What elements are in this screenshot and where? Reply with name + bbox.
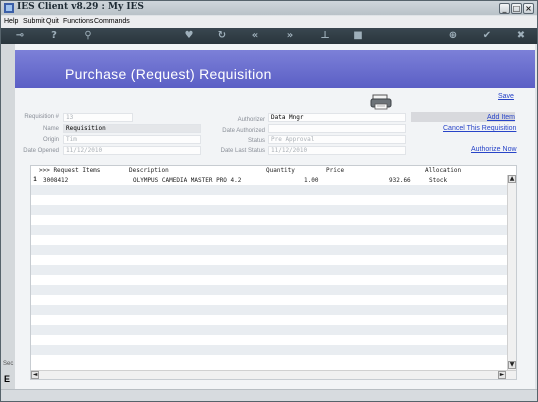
rewind-icon[interactable]: « bbox=[249, 30, 261, 42]
left-panel-letter: E bbox=[4, 374, 11, 384]
add-icon[interactable]: ⊕ bbox=[447, 30, 459, 42]
cell-quantity: 1.00 bbox=[304, 177, 319, 184]
col-quantity[interactable]: Quantity bbox=[266, 167, 295, 174]
cell-price: 932.66 bbox=[389, 177, 411, 184]
vertical-scrollbar[interactable]: ▲ ▼ bbox=[507, 175, 516, 370]
grid-header: >>> Request Items Description Quantity P… bbox=[31, 166, 516, 175]
empty-row[interactable] bbox=[31, 355, 507, 365]
empty-row[interactable] bbox=[31, 255, 507, 265]
printer-icon[interactable] bbox=[370, 94, 392, 110]
title-bar: IES Client v8.29 : My IES _ □ × bbox=[1, 1, 537, 15]
cancel-requisition-link[interactable]: Cancel This Requisition bbox=[443, 125, 516, 132]
app-icon bbox=[4, 3, 14, 13]
heart-icon[interactable]: ♥ bbox=[183, 30, 195, 42]
empty-row[interactable] bbox=[31, 185, 507, 195]
date-authorized-label: Date Authorized bbox=[222, 128, 265, 134]
menu-help[interactable]: Help bbox=[4, 18, 18, 25]
date-opened-label: Date Opened bbox=[23, 148, 59, 154]
date-last-status-field: 11/12/2010 bbox=[268, 146, 406, 155]
origin-label: Origin bbox=[42, 137, 59, 143]
horizontal-scrollbar[interactable]: ◄ ► bbox=[31, 370, 516, 379]
empty-row[interactable] bbox=[31, 275, 507, 285]
col-allocation[interactable]: Allocation bbox=[425, 167, 461, 174]
empty-row[interactable] bbox=[31, 245, 507, 255]
save-link[interactable]: Save bbox=[498, 93, 514, 100]
col-price[interactable]: Price bbox=[326, 167, 344, 174]
help-icon[interactable]: ? bbox=[48, 30, 60, 42]
forward-icon[interactable]: » bbox=[284, 30, 296, 42]
bookmark-icon[interactable]: ⊥ bbox=[319, 30, 331, 42]
menu-quit[interactable]: Quit bbox=[46, 18, 59, 25]
authorizer-label: Authorizer bbox=[237, 117, 265, 123]
app-window: IES Client v8.29 : My IES _ □ × Help Sub… bbox=[0, 0, 538, 402]
cell-item: 3008412 bbox=[43, 177, 69, 184]
date-last-status-label: Date Last Status bbox=[220, 148, 265, 154]
empty-row[interactable] bbox=[31, 265, 507, 275]
minimize-button[interactable]: _ bbox=[499, 3, 510, 14]
main-content: Purchase (Request) Requisition Save Requ… bbox=[15, 44, 535, 389]
left-panel-text: Sec bbox=[3, 361, 14, 367]
menu-functions[interactable]: Functions bbox=[63, 18, 93, 25]
empty-row[interactable] bbox=[31, 295, 507, 305]
status-field: Pre Approval bbox=[268, 135, 406, 144]
key-icon[interactable]: ⊸ bbox=[9, 30, 31, 42]
empty-row[interactable] bbox=[31, 325, 507, 335]
empty-row[interactable] bbox=[31, 235, 507, 245]
close-icon[interactable]: ✖ bbox=[515, 30, 527, 42]
requisition-no-field: 13 bbox=[63, 113, 133, 122]
row-number: 1 bbox=[33, 177, 37, 183]
menu-commands[interactable]: Commands bbox=[94, 18, 130, 25]
date-opened-field: 11/12/2010 bbox=[63, 146, 201, 155]
authorize-now-link[interactable]: Authorize Now bbox=[471, 146, 517, 153]
close-window-button[interactable]: × bbox=[523, 3, 534, 14]
scroll-down-arrow[interactable]: ▼ bbox=[508, 361, 516, 369]
empty-row[interactable] bbox=[31, 285, 507, 295]
authorizer-field[interactable]: Data Mngr bbox=[268, 113, 406, 122]
empty-row[interactable] bbox=[31, 315, 507, 325]
name-label: Name bbox=[42, 126, 59, 132]
scroll-left-arrow[interactable]: ◄ bbox=[31, 371, 39, 379]
name-field[interactable]: Requisition bbox=[63, 124, 201, 133]
empty-row[interactable] bbox=[31, 195, 507, 205]
add-item-link[interactable]: Add Item bbox=[487, 114, 515, 121]
search-icon[interactable]: ⚲ bbox=[82, 30, 94, 42]
toolbar: ⊸ ? ⚲ ♥ ↻ « » ⊥ ■ ⊕ ✔ ✖ bbox=[1, 28, 537, 44]
empty-row[interactable] bbox=[31, 205, 507, 215]
page-title: Purchase (Request) Requisition bbox=[65, 66, 272, 82]
cell-description: OLYMPUS CAMEDIA MASTER PRO 4.2 bbox=[133, 177, 242, 184]
empty-row[interactable] bbox=[31, 215, 507, 225]
empty-row[interactable] bbox=[31, 305, 507, 315]
scroll-up-arrow[interactable]: ▲ bbox=[508, 175, 516, 183]
stop-icon[interactable]: ■ bbox=[352, 30, 364, 42]
scroll-right-arrow[interactable]: ► bbox=[498, 371, 506, 379]
empty-row[interactable] bbox=[31, 225, 507, 235]
table-row[interactable]: 1 3008412 OLYMPUS CAMEDIA MASTER PRO 4.2… bbox=[31, 175, 507, 185]
cell-allocation: Stock bbox=[429, 177, 448, 184]
check-icon[interactable]: ✔ bbox=[481, 30, 493, 42]
status-bar bbox=[1, 389, 537, 401]
page-banner: Purchase (Request) Requisition bbox=[15, 50, 535, 88]
origin-field: Tim bbox=[63, 135, 201, 144]
menu-submit[interactable]: Submit bbox=[23, 18, 45, 25]
left-panel-strip: Sec E bbox=[1, 44, 15, 389]
empty-row[interactable] bbox=[31, 335, 507, 345]
requisition-no-label: Requisition # bbox=[24, 114, 59, 120]
maximize-button[interactable]: □ bbox=[511, 3, 522, 14]
request-items-grid: >>> Request Items Description Quantity P… bbox=[30, 165, 517, 380]
menu-bar: Help Submit Quit Functions Commands bbox=[1, 16, 537, 28]
empty-row[interactable] bbox=[31, 345, 507, 355]
refresh-icon[interactable]: ↻ bbox=[216, 30, 228, 42]
window-title: IES Client v8.29 : My IES bbox=[17, 2, 144, 12]
col-request-items[interactable]: >>> Request Items bbox=[39, 167, 100, 174]
date-authorized-field bbox=[268, 124, 406, 133]
status-label: Status bbox=[247, 138, 265, 144]
col-description[interactable]: Description bbox=[129, 167, 169, 174]
